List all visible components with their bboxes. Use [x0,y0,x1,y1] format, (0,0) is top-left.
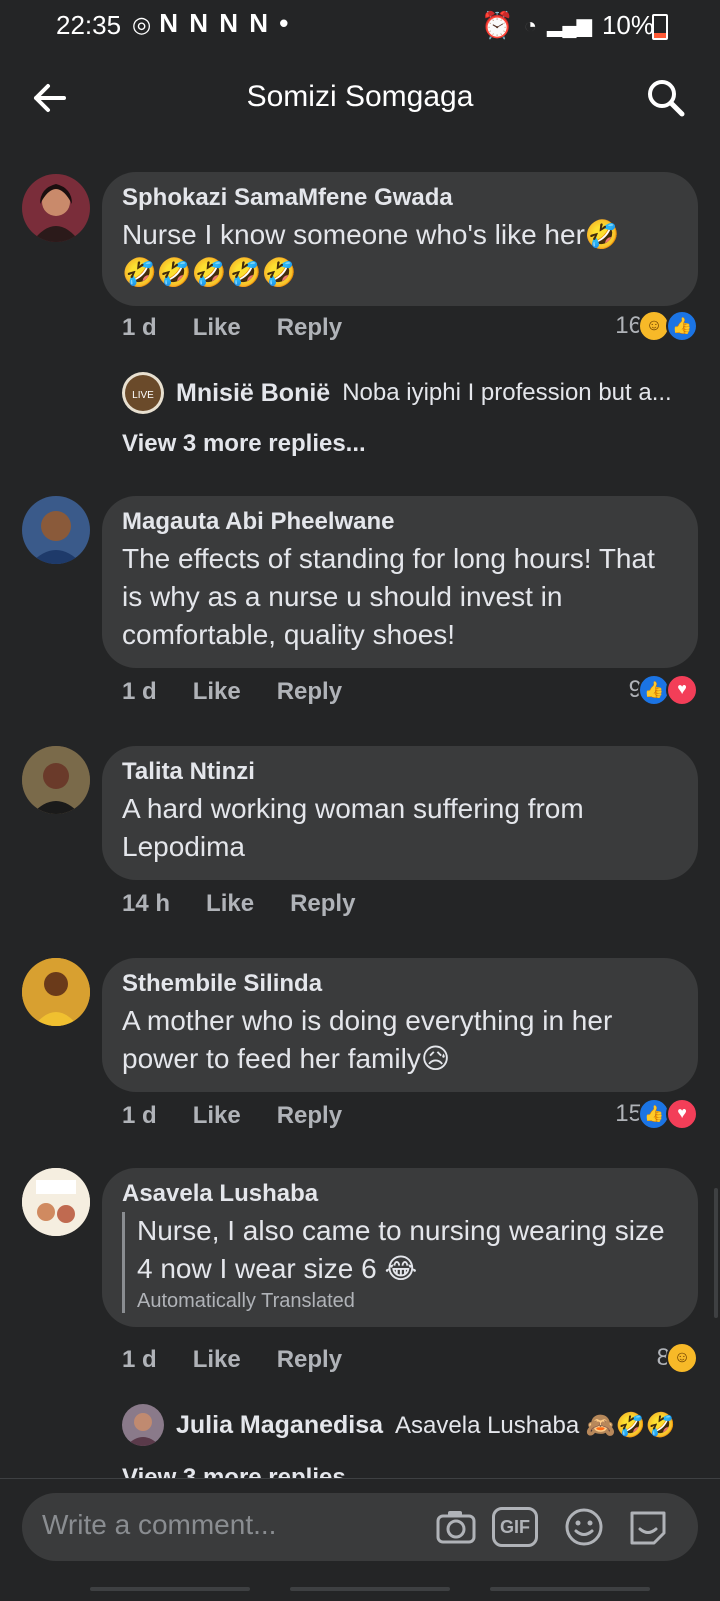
like-button[interactable]: Like [193,678,241,706]
comment-bubble[interactable]: Sphokazi SamaMfene Gwada Nurse I know so… [102,172,698,306]
avatar[interactable] [22,746,90,814]
nav-indicator [490,1587,650,1591]
comment-time: 1 d [122,678,157,705]
emoji-icon[interactable] [562,1505,606,1549]
reply-button[interactable]: Reply [277,314,342,342]
comment-time: 14 h [122,890,171,917]
scrollbar[interactable] [714,1188,718,1318]
avatar [122,1404,164,1446]
battery-text: 10% [601,10,654,40]
comment-actions: 1 d Like Reply [122,314,342,342]
reply-button[interactable]: Reply [290,890,355,918]
search-icon[interactable] [644,76,688,120]
comment-placeholder: Write a comment... [42,1509,277,1540]
like-button[interactable]: Like [193,1346,241,1374]
nav-indicator [290,1587,450,1591]
svg-text:LIVE: LIVE [132,390,154,401]
comment-input[interactable]: Write a comment... GIF [22,1493,698,1561]
comment-actions: 14 h Like Reply [122,890,355,918]
page-title: Somizi Somgaga [246,80,474,113]
comment-text: Nurse I know someone who's like her🤣 [122,219,620,250]
status-time: 22:35 [56,10,122,40]
reply-preview[interactable]: Julia Maganedisa Asavela Lushaba 🙈🤣🤣 [122,1404,675,1446]
comment-author[interactable]: Magauta Abi Pheelwane [122,508,678,536]
like-button[interactable]: Like [193,1102,241,1130]
comment-actions: 1 d Like Reply [122,678,342,706]
comment-text: Nurse, I also came to nursing wearing si… [137,1215,665,1284]
comment-time: 1 d [122,1102,157,1129]
status-bar: 22:35 ◎ N N N N • ⏰ ◔ ▂▄▆ 10% [0,0,720,52]
comment-author[interactable]: Asavela Lushaba [122,1180,678,1208]
reply-snippet: Asavela Lushaba 🙈🤣🤣 [395,1411,676,1439]
avatar[interactable] [22,174,90,242]
avatar: LIVE [122,372,164,414]
view-more-replies-link[interactable]: View 3 more replies... [122,430,366,458]
gif-label: GIF [500,1516,530,1537]
avatar[interactable] [22,1168,90,1236]
like-reaction-icon: 👍 [666,310,698,342]
header: Somizi Somgaga [0,60,720,136]
love-reaction-icon: ♥ [666,674,698,706]
comment-composer-bar: Write a comment... GIF [0,1478,720,1601]
gif-icon[interactable]: GIF [492,1507,538,1547]
battery-icon [652,14,668,40]
reply-author[interactable]: Mnisië Bonië [176,379,330,408]
notification-n-icons: N N N N [159,8,270,38]
reply-button[interactable]: Reply [277,1102,342,1130]
comment-actions: 1 d Like Reply [122,1102,342,1130]
nav-indicator [90,1587,250,1591]
comment-text: The effects of standing for long hours! … [122,543,655,650]
comment-text: A mother who is doing everything in her … [122,1005,613,1074]
comment-author[interactable]: Sthembile Silinda [122,970,678,998]
camera-icon[interactable] [434,1505,478,1549]
comment-text-emojis: 🤣🤣🤣🤣🤣 [122,257,297,288]
comment-bubble[interactable]: Magauta Abi Pheelwane The effects of sta… [102,496,698,668]
signal-icon: ▂▄▆ [547,15,592,37]
translated-label[interactable]: Automatically Translated [137,1290,678,1313]
alarm-icon: ⏰ [481,10,514,40]
comment-bubble[interactable]: Sthembile Silinda A mother who is doing … [102,958,698,1092]
avatar[interactable] [22,496,90,564]
reply-button[interactable]: Reply [277,1346,342,1374]
comment-bubble[interactable]: Talita Ntinzi A hard working woman suffe… [102,746,698,880]
love-reaction-icon: ♥ [666,1098,698,1130]
haha-reaction-icon: ☺ [666,1342,698,1374]
reply-author[interactable]: Julia Maganedisa [176,1411,383,1440]
comment-bubble[interactable]: Asavela Lushaba Nurse, I also came to nu… [102,1168,698,1327]
reaction-summary[interactable]: 16 ☺ 👍 [615,310,698,342]
status-right-icons: ⏰ ◔ ▂▄▆ 10% [481,10,654,41]
like-button[interactable]: Like [193,314,241,342]
notification-icons: ◎ N N N N • [132,8,291,38]
avatar[interactable] [22,958,90,1026]
notification-badge-icon: ◎ [132,12,154,37]
translated-quote: Nurse, I also came to nursing wearing si… [122,1212,678,1313]
reaction-summary[interactable]: 8 ☺ [657,1342,698,1374]
reaction-summary[interactable]: 9 👍 ♥ [629,674,698,706]
comment-time: 1 d [122,1346,157,1373]
comment-text: A hard working woman suffering from Lepo… [122,793,584,862]
wifi-icon: ◔ [523,12,538,38]
comment-time: 1 d [122,314,157,341]
reply-button[interactable]: Reply [277,678,342,706]
comment-author[interactable]: Sphokazi SamaMfene Gwada [122,184,678,212]
reply-snippet: Noba iyiphi I profession but a... [342,379,672,406]
like-button[interactable]: Like [206,890,254,918]
reply-preview[interactable]: LIVE Mnisië Bonië Noba iyiphi I professi… [122,372,672,414]
comment-author[interactable]: Talita Ntinzi [122,758,678,786]
sticker-icon[interactable] [626,1505,670,1549]
reaction-summary[interactable]: 15 👍 ♥ [615,1098,698,1130]
comment-actions: 1 d Like Reply [122,1346,342,1374]
